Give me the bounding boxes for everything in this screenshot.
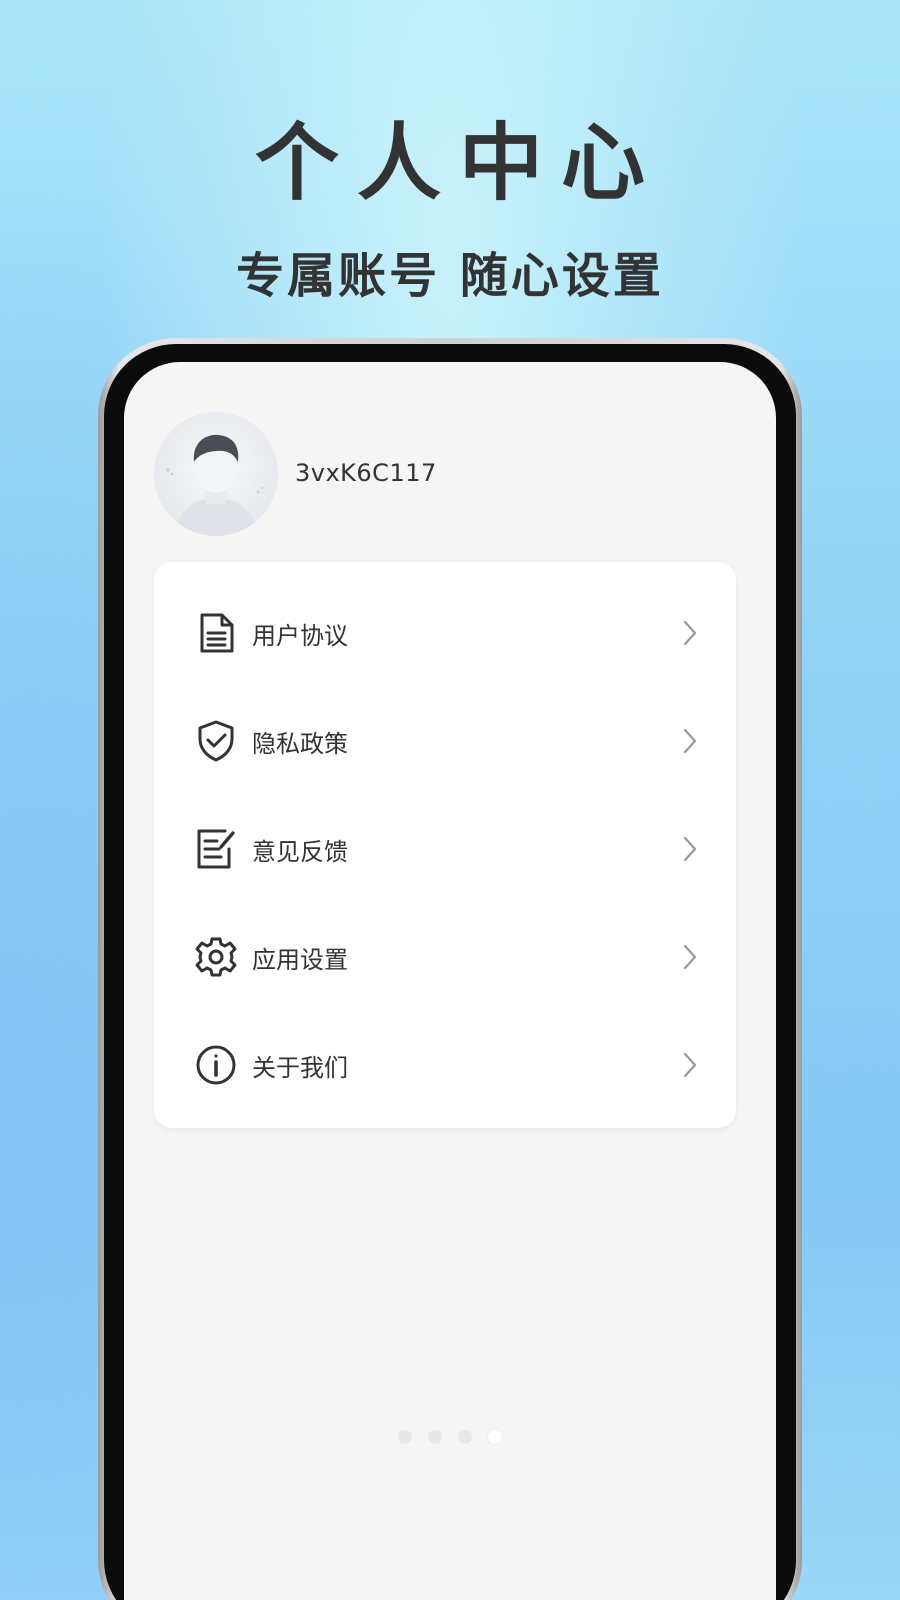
- default-avatar-icon: [154, 412, 278, 536]
- document-icon: [194, 611, 238, 655]
- page-indicator: [124, 1430, 776, 1444]
- page-dot[interactable]: [428, 1430, 442, 1444]
- menu-card: 用户协议 隐私政策 意见反馈 应用设置 关于我们: [154, 562, 736, 1128]
- page-dot-active[interactable]: [488, 1430, 502, 1444]
- menu-item-label: 隐私政策: [252, 729, 348, 758]
- phone-screen: 3vxK6C117 用户协议 隐私政策 意见反馈 应用设置 关于我们: [124, 362, 776, 1600]
- hero-title: 个人中心: [254, 114, 663, 212]
- page-dot[interactable]: [398, 1430, 412, 1444]
- avatar[interactable]: [154, 412, 278, 536]
- menu-item-feedback[interactable]: 意见反馈: [154, 795, 736, 903]
- feedback-edit-icon: [194, 827, 238, 871]
- menu-item-label: 应用设置: [252, 945, 348, 974]
- chevron-right-icon: [683, 728, 697, 754]
- menu-item-user-agreement[interactable]: 用户协议: [154, 579, 736, 687]
- username: 3vxK6C117: [295, 459, 437, 487]
- menu-item-privacy-policy[interactable]: 隐私政策: [154, 687, 736, 795]
- phone-frame: 3vxK6C117 用户协议 隐私政策 意见反馈 应用设置 关于我们: [98, 338, 802, 1600]
- menu-item-about-us[interactable]: 关于我们: [154, 1011, 736, 1119]
- chevron-right-icon: [683, 1052, 697, 1078]
- page-dot[interactable]: [458, 1430, 472, 1444]
- gear-icon: [194, 935, 238, 979]
- menu-item-app-settings[interactable]: 应用设置: [154, 903, 736, 1011]
- menu-item-label: 用户协议: [252, 621, 348, 650]
- hero-subtitle: 专属账号 随心设置: [236, 248, 664, 304]
- menu-item-label: 意见反馈: [252, 837, 348, 866]
- chevron-right-icon: [683, 620, 697, 646]
- info-icon: [194, 1043, 238, 1087]
- menu-item-label: 关于我们: [252, 1053, 348, 1082]
- chevron-right-icon: [683, 836, 697, 862]
- shield-check-icon: [194, 719, 238, 763]
- phone-bezel: 3vxK6C117 用户协议 隐私政策 意见反馈 应用设置 关于我们: [104, 344, 796, 1600]
- chevron-right-icon: [683, 944, 697, 970]
